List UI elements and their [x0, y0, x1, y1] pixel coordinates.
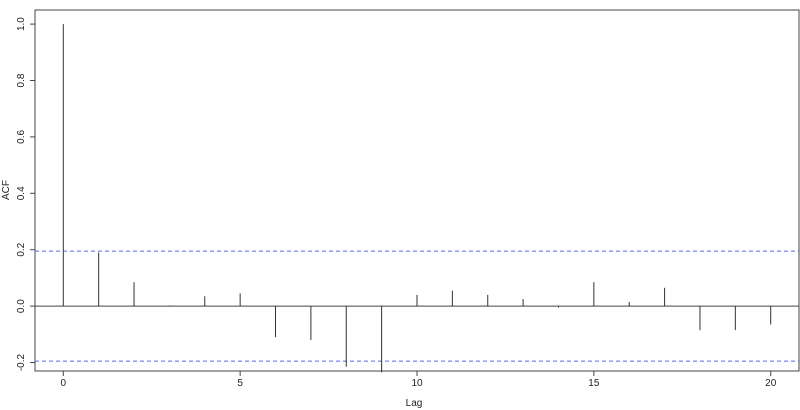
- y-tick-label-5: 0.8: [16, 73, 27, 87]
- x-axis: 0 5 10 15 20: [61, 371, 777, 389]
- y-axis: -0.2 0.0 0.2 0.4 0.6 0.8 1.0: [16, 17, 35, 371]
- x-tick-label-3: 15: [588, 378, 600, 389]
- plot-frame: [34, 9, 800, 372]
- y-axis-title: ACF: [1, 180, 12, 200]
- y-tick-label-6: 1.0: [16, 17, 27, 31]
- y-tick-label-1: 0.0: [16, 299, 27, 313]
- acf-stems: [62, 24, 772, 373]
- y-tick-label-0: -0.2: [16, 353, 27, 371]
- y-tick-label-3: 0.4: [16, 186, 27, 200]
- x-axis-title: Lag: [406, 398, 423, 409]
- x-tick-label-0: 0: [61, 378, 67, 389]
- x-tick-label-4: 20: [765, 378, 777, 389]
- y-tick-label-2: 0.2: [16, 242, 27, 256]
- x-tick-label-2: 10: [411, 378, 423, 389]
- y-tick-label-4: 0.6: [16, 130, 27, 144]
- x-tick-label-1: 5: [237, 378, 243, 389]
- acf-chart: -0.2 0.0 0.2 0.4 0.6 0.8 1.0 0 5 10 15 20 Lag ACF: [1, 9, 800, 409]
